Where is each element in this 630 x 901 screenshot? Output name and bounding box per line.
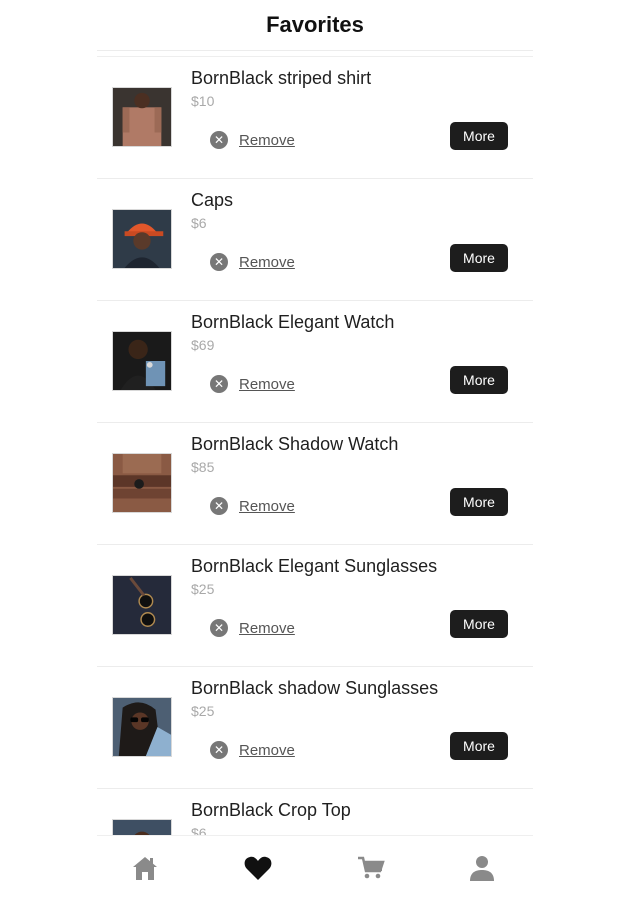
product-price: $6 [191, 825, 207, 835]
remove-label[interactable]: Remove [239, 620, 295, 637]
more-button[interactable]: More [450, 732, 508, 760]
list-item: BornBlack Crop Top $6 ✕ Remove More [97, 789, 533, 835]
product-thumbnail[interactable] [112, 87, 172, 147]
remove-button[interactable]: ✕ Remove [210, 497, 295, 515]
tab-profile[interactable] [462, 848, 502, 888]
close-circle-icon[interactable]: ✕ [210, 497, 228, 515]
product-name[interactable]: BornBlack Shadow Watch [191, 434, 398, 455]
remove-label[interactable]: Remove [239, 498, 295, 515]
tab-favorites[interactable] [238, 848, 278, 888]
more-button[interactable]: More [450, 244, 508, 272]
product-price: $25 [191, 703, 215, 719]
more-button[interactable]: More [450, 122, 508, 150]
list-item: Caps $6 ✕ Remove More [97, 179, 533, 301]
product-price: $10 [191, 93, 215, 109]
heart-icon[interactable] [243, 853, 273, 883]
product-price: $85 [191, 459, 215, 475]
page-title: Favorites [266, 12, 364, 37]
close-circle-icon[interactable]: ✕ [210, 253, 228, 271]
remove-button[interactable]: ✕ Remove [210, 131, 295, 149]
remove-label[interactable]: Remove [239, 376, 295, 393]
remove-label[interactable]: Remove [239, 254, 295, 271]
product-name[interactable]: BornBlack striped shirt [191, 68, 371, 89]
product-thumbnail[interactable] [112, 331, 172, 391]
favorites-list[interactable]: BornBlack striped shirt $10 ✕ Remove Mor… [97, 56, 533, 835]
header-bar: Favorites [97, 0, 533, 51]
close-circle-icon[interactable]: ✕ [210, 131, 228, 149]
close-circle-icon[interactable]: ✕ [210, 619, 228, 637]
remove-button[interactable]: ✕ Remove [210, 619, 295, 637]
remove-button[interactable]: ✕ Remove [210, 375, 295, 393]
list-item: BornBlack Elegant Sunglasses $25 ✕ Remov… [97, 545, 533, 667]
more-button[interactable]: More [450, 366, 508, 394]
product-price: $69 [191, 337, 215, 353]
tab-home[interactable] [125, 848, 165, 888]
product-name[interactable]: BornBlack Elegant Watch [191, 312, 394, 333]
close-circle-icon[interactable]: ✕ [210, 375, 228, 393]
close-circle-icon[interactable]: ✕ [210, 741, 228, 759]
user-icon[interactable] [467, 853, 497, 883]
remove-label[interactable]: Remove [239, 742, 295, 759]
bottom-tab-bar [97, 835, 533, 901]
product-name[interactable]: Caps [191, 190, 233, 211]
product-thumbnail[interactable] [112, 575, 172, 635]
more-button[interactable]: More [450, 610, 508, 638]
product-thumbnail[interactable] [112, 697, 172, 757]
remove-button[interactable]: ✕ Remove [210, 253, 295, 271]
product-price: $25 [191, 581, 215, 597]
remove-label[interactable]: Remove [239, 132, 295, 149]
product-price: $6 [191, 215, 207, 231]
remove-button[interactable]: ✕ Remove [210, 741, 295, 759]
product-name[interactable]: BornBlack Crop Top [191, 800, 351, 821]
product-name[interactable]: BornBlack Elegant Sunglasses [191, 556, 437, 577]
product-name[interactable]: BornBlack shadow Sunglasses [191, 678, 438, 699]
home-icon[interactable] [130, 853, 160, 883]
product-thumbnail[interactable] [112, 209, 172, 269]
cart-icon[interactable] [356, 853, 386, 883]
product-thumbnail[interactable] [112, 453, 172, 513]
tab-cart[interactable] [351, 848, 391, 888]
product-thumbnail[interactable] [112, 819, 172, 835]
list-item: BornBlack shadow Sunglasses $25 ✕ Remove… [97, 667, 533, 789]
list-item: BornBlack Shadow Watch $85 ✕ Remove More [97, 423, 533, 545]
list-item: BornBlack Elegant Watch $69 ✕ Remove Mor… [97, 301, 533, 423]
list-item: BornBlack striped shirt $10 ✕ Remove Mor… [97, 57, 533, 179]
more-button[interactable]: More [450, 488, 508, 516]
